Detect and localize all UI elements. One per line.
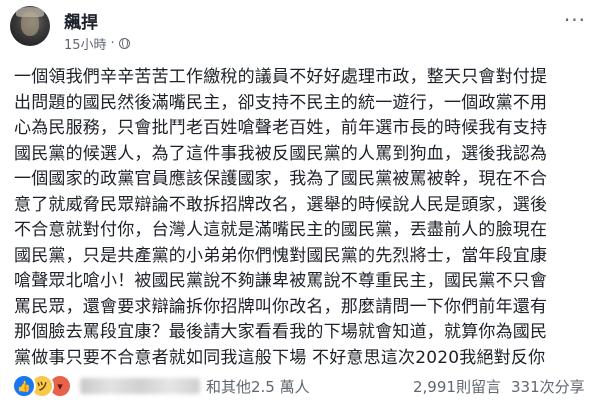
reaction-count[interactable]: 和其他2.5 萬人: [206, 376, 310, 397]
like-icon: 👍: [12, 374, 36, 398]
share-count[interactable]: 331次分享: [511, 376, 585, 397]
dot-separator: ·: [110, 36, 115, 51]
post-body-line: 國民黨的候選人，為了這件事我被反國民黨的人罵到狗血，選後我認為: [14, 143, 548, 164]
post-body-line: 那個臉去罵段宜康？最後請大家看看我的下場就會知道，就算你為國民: [14, 322, 548, 342]
facebook-post: 飆捍 15小時 · ··· 一個領我們辛辛苦苦工作繳稅的議員不好好處理市政，整天…: [0, 0, 600, 407]
post-body-line: 一個國家的政黨官員應該保護國家，我為了國民黨被罵被幹，現在不合: [14, 169, 548, 189]
post-body-line: 出問題的國民然後滿嘴民主，卻支持不民主的統一遊行，一個政黨不用: [14, 92, 548, 113]
post-body-line: 黨做事只要不合意者就如同我這般下場 不好意思這次2020我絕對反你: [14, 347, 546, 368]
reaction-summary[interactable]: 👍 ツ ▾: [12, 374, 72, 398]
blurred-names: [80, 378, 200, 394]
author-avatar[interactable]: [10, 6, 50, 46]
post-body-line: 國民黨，只是共產黨的小弟弟你們愧對國民黨的先烈將士，當年段宜康: [14, 245, 548, 266]
post-body-line: 一個領我們辛辛苦苦工作繳稅的議員不好好處理市政，整天只會對付提: [14, 67, 548, 87]
post-body-line: 心為民服務，只會批鬥老百姓嗆聲老百姓，前年選市長的時候我有支持: [14, 118, 548, 138]
post-meta: 15小時 ·: [64, 34, 130, 53]
post-body-line: 不合意就對付你，台灣人這就是滿嘴民主的國民黨，丟盡前人的臉現在: [14, 220, 548, 240]
author-name[interactable]: 飆捍: [64, 8, 98, 33]
post-body-line: 意了就威脅民眾辯論不敢拆招牌改名，選舉的時候說人民是頭家，選後: [14, 194, 548, 215]
more-options-icon[interactable]: ···: [564, 8, 586, 32]
globe-icon[interactable]: [118, 38, 130, 49]
post-timestamp[interactable]: 15小時: [64, 34, 107, 53]
post-body-line: 罵民眾，還會要求辯論拆你招牌叫你改名，那麼請問一下你們前年還有: [14, 296, 548, 317]
comment-count[interactable]: 2,991則留言: [413, 376, 501, 397]
avatar-face-shape: [21, 12, 39, 36]
post-body-line: 嗆聲眾北嗆小！被國民黨說不夠謙卑被罵說不尊重民主，國民黨不只會: [14, 271, 548, 291]
post-body: 一個領我們辛辛苦苦工作繳稅的議員不好好處理市政，整天只會對付提 出問題的國民然後…: [14, 65, 589, 371]
post-footer: 👍 ツ ▾ 和其他2.5 萬人 2,991則留言 331次分享: [0, 372, 600, 402]
